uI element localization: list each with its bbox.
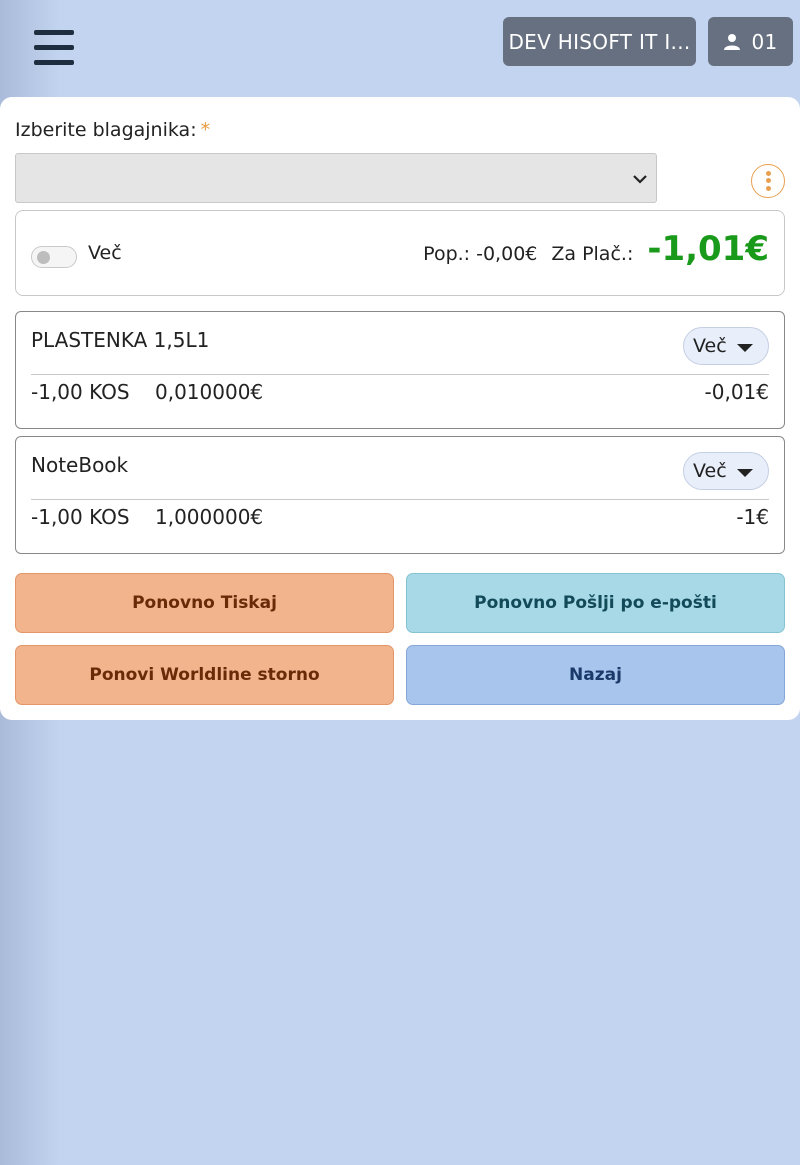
resend-email-label: Ponovno Pošlji po e-pošti [474, 593, 717, 613]
caret-down-icon [737, 469, 753, 477]
caret-down-icon [737, 344, 753, 352]
item-more-label: Več [693, 335, 727, 357]
item-more-label: Več [693, 460, 727, 482]
hamburger-icon[interactable] [34, 30, 74, 66]
totals: Pop.: -0,00€ Za Plač.: -1,01€ [423, 229, 769, 269]
item-price: 0,010000€ [155, 380, 264, 404]
receipt-card: Izberite blagajnika: * Več Pop.: -0,00€ Z… [0, 97, 800, 720]
discount-text: Pop.: -0,00€ [423, 243, 538, 265]
worldline-storno-button[interactable]: Ponovi Worldline storno [15, 645, 394, 705]
cashier-label-row: Izberite blagajnika: * [15, 119, 210, 141]
resend-email-button[interactable]: Ponovno Pošlji po e-pošti [406, 573, 785, 633]
line-item: PLASTENKA 1,5L1 Več -1,00 KOS 0,010000€ … [15, 311, 785, 429]
back-button[interactable]: Nazaj [406, 645, 785, 705]
item-name: PLASTENKA 1,5L1 [31, 328, 210, 352]
item-divider [31, 499, 769, 500]
summary-panel: Več Pop.: -0,00€ Za Plač.: -1,01€ [15, 210, 785, 296]
company-button[interactable]: DEV HISOFT IT I... [503, 17, 696, 66]
item-quantity: -1,00 KOS [31, 505, 130, 529]
more-toggle[interactable] [31, 246, 77, 268]
cashier-label: Izberite blagajnika: [15, 119, 197, 141]
required-marker: * [200, 119, 211, 141]
reprint-button[interactable]: Ponovno Tiskaj [15, 573, 394, 633]
item-total: -0,01€ [704, 380, 769, 404]
more-options-icon[interactable] [751, 164, 785, 198]
worldline-storno-label: Ponovi Worldline storno [89, 665, 320, 685]
cashier-select[interactable] [15, 153, 657, 203]
more-toggle-label: Več [88, 242, 122, 264]
item-total: -1€ [736, 505, 769, 529]
back-label: Nazaj [569, 665, 622, 685]
reprint-label: Ponovno Tiskaj [132, 593, 277, 613]
chevron-down-icon [633, 175, 647, 184]
user-icon [724, 33, 741, 50]
item-more-button[interactable]: Več [683, 327, 769, 365]
line-item: NoteBook Več -1,00 KOS 1,000000€ -1€ [15, 436, 785, 554]
user-label: 01 [751, 29, 778, 54]
company-label: DEV HISOFT IT I... [508, 29, 691, 54]
item-name: NoteBook [31, 453, 129, 477]
item-price: 1,000000€ [155, 505, 264, 529]
to-pay-label: Za Plač.: [551, 243, 634, 265]
user-button[interactable]: 01 [708, 17, 793, 66]
item-more-button[interactable]: Več [683, 452, 769, 490]
item-quantity: -1,00 KOS [31, 380, 130, 404]
to-pay-value: -1,01€ [647, 229, 769, 269]
item-divider [31, 374, 769, 375]
